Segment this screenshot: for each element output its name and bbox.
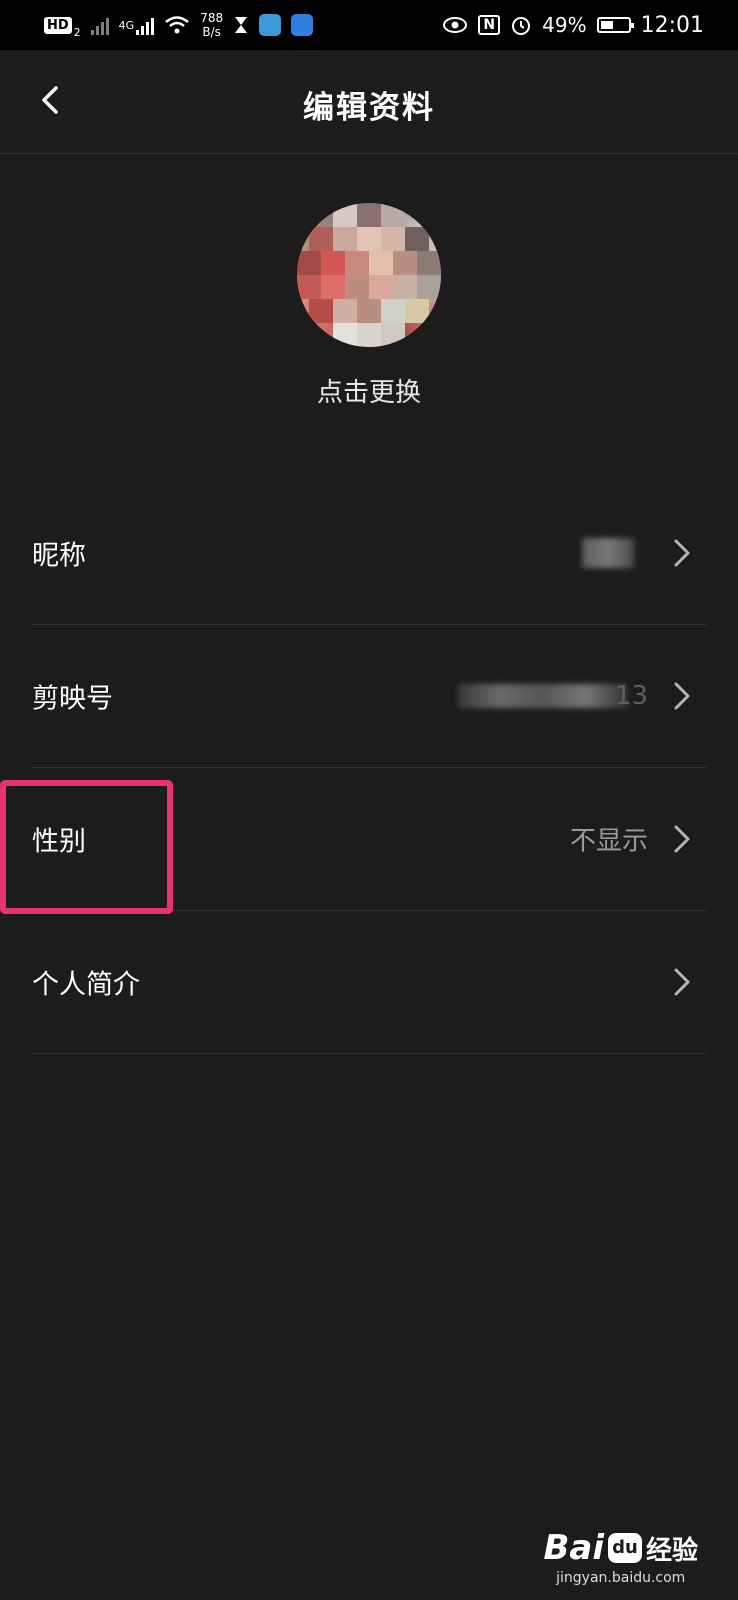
net-speed: 788 B/s xyxy=(200,11,223,39)
app-notification-icon xyxy=(259,14,282,36)
avatar-pixel xyxy=(369,275,393,299)
battery-percent: 49% xyxy=(542,13,587,37)
alarm-icon xyxy=(512,17,531,35)
row-label: 剪映号 xyxy=(32,683,113,715)
chevron-right-icon xyxy=(674,539,690,567)
blurred-nickname-value xyxy=(582,538,634,568)
signal-2-icon xyxy=(136,15,155,35)
baidu-jingyan-watermark: Bai du 经验 jingyan.baidu.com xyxy=(543,1528,698,1586)
battery-icon xyxy=(596,17,634,33)
avatar-pixel xyxy=(405,227,429,251)
change-avatar-label[interactable]: 点击更换 xyxy=(0,372,738,409)
network-type-label: 4G xyxy=(118,19,135,32)
hourglass-icon xyxy=(235,17,248,33)
avatar-pixel xyxy=(345,275,369,299)
avatar-pixel xyxy=(393,251,417,275)
net-speed-value: 788 xyxy=(200,11,224,25)
watermark-brand: Bai xyxy=(543,1528,604,1568)
avatar-pixel xyxy=(321,251,345,275)
row-bio[interactable]: 个人简介 xyxy=(32,911,706,1054)
hd-badge: HD xyxy=(44,16,72,34)
signal-1-icon xyxy=(90,15,109,35)
avatar-pixel xyxy=(405,299,429,323)
avatar-pixel xyxy=(381,227,405,251)
row-label: 昵称 xyxy=(32,540,86,572)
avatar-pixel xyxy=(357,227,381,251)
avatar-pixel xyxy=(309,299,333,323)
avatar-pixel xyxy=(333,227,357,251)
watermark-logo: Bai du 经验 xyxy=(543,1528,698,1568)
eye-icon xyxy=(443,17,468,33)
avatar-pixel xyxy=(357,323,381,347)
clock: 12:01 xyxy=(640,12,704,38)
status-bar-left: HD 2 4G 788 B/s xyxy=(44,11,314,39)
avatar-pixel xyxy=(381,299,405,323)
status-bar: HD 2 4G 788 B/s N 49% 12:01 xyxy=(0,0,738,50)
avatar-pixel xyxy=(321,275,345,299)
status-bar-right: N 49% 12:01 xyxy=(442,13,704,38)
battery-fill xyxy=(600,21,614,29)
avatar-pixel xyxy=(297,275,321,299)
blurred-id-value xyxy=(458,684,628,708)
avatar-pixel xyxy=(417,275,441,299)
hd-sub-label: 2 xyxy=(73,26,81,39)
avatar-pixel xyxy=(357,299,381,323)
watermark-brand-cn: 经验 xyxy=(645,1535,698,1566)
avatar-pixel xyxy=(381,203,405,227)
avatar-pixel xyxy=(393,275,417,299)
row-nickname[interactable]: 昵称 xyxy=(32,482,706,625)
avatar-pixel xyxy=(345,251,369,275)
app-notification-2-icon xyxy=(291,14,314,36)
highlight-box xyxy=(0,780,173,914)
avatar[interactable] xyxy=(297,203,441,347)
row-value: 13 xyxy=(614,681,648,711)
page-title: 编辑资料 xyxy=(303,90,435,126)
row-jianying-id[interactable]: 剪映号 13 xyxy=(32,625,706,768)
nfc-icon: N xyxy=(478,15,501,35)
avatar-pixel xyxy=(309,227,333,251)
watermark-paw-icon: du xyxy=(607,1533,642,1563)
avatar-pixel xyxy=(381,323,405,347)
chevron-right-icon xyxy=(674,968,690,996)
row-value: 不显示 xyxy=(569,826,648,857)
chevron-right-icon xyxy=(674,682,690,710)
avatar-pixel xyxy=(357,203,381,227)
avatar-pixel xyxy=(333,323,357,347)
avatar-pixel xyxy=(369,251,393,275)
avatar-pixel xyxy=(333,299,357,323)
nav-bar: 编辑资料 xyxy=(0,50,738,154)
row-label: 个人简介 xyxy=(32,969,140,1001)
net-speed-unit: B/s xyxy=(202,25,221,39)
avatar-pixel xyxy=(417,251,441,275)
avatar-pixel xyxy=(333,203,357,227)
wifi-icon xyxy=(165,16,189,34)
chevron-right-icon xyxy=(674,825,690,853)
avatar-pixel xyxy=(297,251,321,275)
watermark-url: jingyan.baidu.com xyxy=(556,1570,686,1586)
